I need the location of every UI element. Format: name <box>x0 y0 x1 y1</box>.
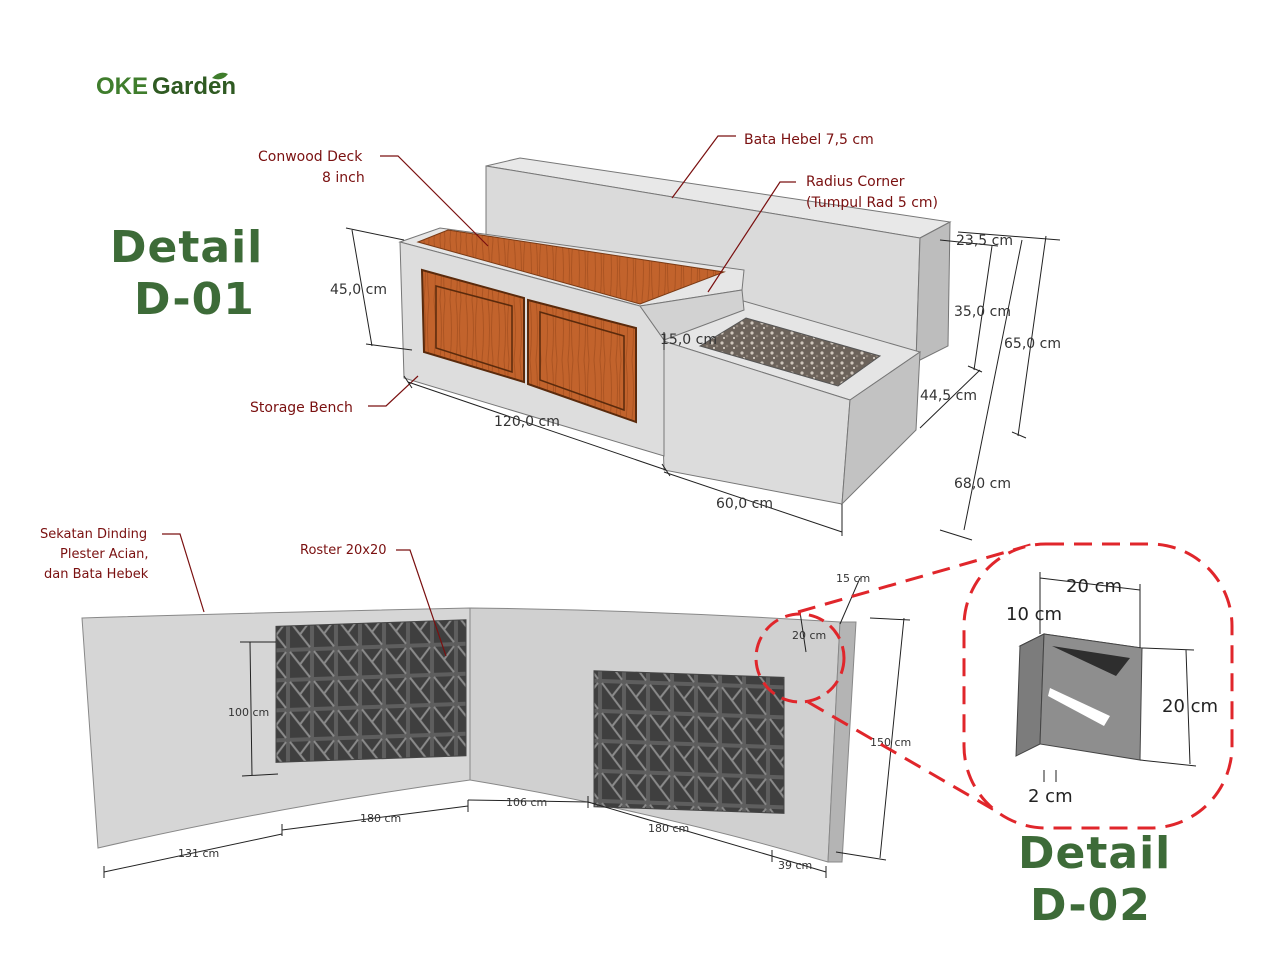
roster-panel-left <box>275 619 467 763</box>
dim-60: 60,0 cm <box>716 496 773 512</box>
diagram-canvas: OKE Garden Detail D-01 Detail D-02 Conwo… <box>40 72 1234 931</box>
dim-wall-39: 39 cm <box>778 859 812 872</box>
detail-d01-line1: Detail <box>110 222 263 273</box>
dim-65: 65,0 cm <box>1004 336 1061 352</box>
brand-name-oke: OKE <box>96 73 148 100</box>
dim-roster-2: 2 cm <box>1028 786 1073 807</box>
dim-wall-180b: 180 cm <box>648 822 689 835</box>
dim-35: 35,0 cm <box>954 304 1011 320</box>
label-conwood-1: Conwood Deck <box>258 149 363 165</box>
brand-logo: OKE Garden <box>96 72 236 100</box>
label-sekatan-2: Plester Acian, <box>60 547 149 562</box>
dim-15: 15,0 cm <box>660 332 717 348</box>
dim-wall-150: 150 cm <box>870 736 911 749</box>
dim-45: 45,0 cm <box>330 282 387 298</box>
dim-roster-20h: 20 cm <box>1162 696 1218 717</box>
dim-wall-15: 15 cm <box>836 572 870 585</box>
dim-wall-106: 106 cm <box>506 796 547 809</box>
dim-roster-20w: 20 cm <box>1066 576 1122 597</box>
label-radius-1: Radius Corner <box>806 174 905 190</box>
back-wall-side <box>915 221 951 363</box>
label-roster: Roster 20x20 <box>300 543 387 558</box>
label-storage: Storage Bench <box>250 400 353 416</box>
dim-wall-131: 131 cm <box>178 847 219 860</box>
dim-23-5: 23,5 cm <box>956 233 1013 249</box>
label-radius-2: (Tumpul Rad 5 cm) <box>806 195 938 211</box>
roster-panel-right <box>593 670 785 814</box>
dim-roster-10: 10 cm <box>1006 604 1062 625</box>
leader-storage <box>368 375 419 407</box>
label-conwood-2: 8 inch <box>322 170 365 186</box>
dim-wall-180a: 180 cm <box>360 812 401 825</box>
dim-wall-100: 100 cm <box>228 706 269 719</box>
leader-sekatan <box>162 533 205 613</box>
dim-120: 120,0 cm <box>494 414 560 430</box>
detail-d01-line2: D-01 <box>134 274 255 325</box>
label-sekatan-3: dan Bata Hebek <box>44 567 149 582</box>
label-bata-hebel: Bata Hebel 7,5 cm <box>744 132 874 148</box>
detail-d02-line1: Detail <box>1018 828 1171 879</box>
label-sekatan-1: Sekatan Dinding <box>40 527 147 542</box>
detail-d02-line2: D-02 <box>1030 880 1151 931</box>
dim-wall-20: 20 cm <box>792 629 826 642</box>
roster-block-detail <box>1015 633 1144 761</box>
wall-illustration <box>81 607 857 863</box>
dim-68: 68,0 cm <box>954 476 1011 492</box>
dim-44-5: 44,5 cm <box>920 388 977 404</box>
